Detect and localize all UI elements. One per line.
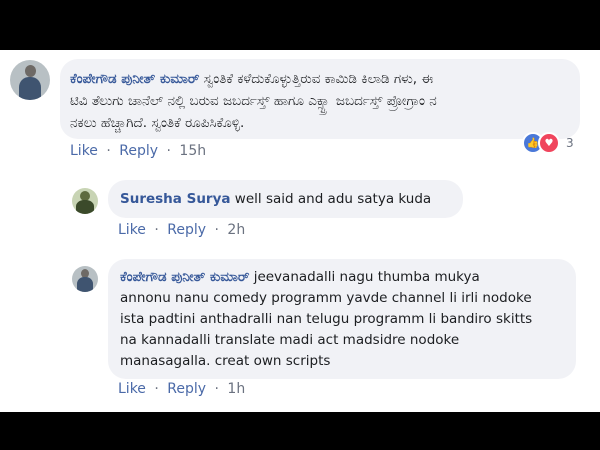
comment-bubble: ಕೆಂಪೇಗೌಡ ಪುನೀತ್ ಕುಮಾರ್ ಸ್ವಂತಿಕೆ ಕಳೆದುಕೊಳ… — [60, 59, 580, 139]
avatar[interactable] — [72, 188, 98, 214]
comment-text: ಸ್ವಂತಿಕೆ ಕಳೆದುಕೊಳ್ಳುತ್ತಿರುವ ಕಾಮಿಡಿ ಕಿಲಾಡ… — [199, 71, 434, 87]
like-button[interactable]: Like — [70, 143, 98, 159]
separator: · — [106, 143, 111, 159]
reply-bubble: ಕೆಂಪೇಗೌಡ ಪುನೀತ್ ಕುಮಾರ್ jeevanadalli nagu… — [108, 259, 576, 379]
comment-text: jeevanadalli nagu thumba mukya — [249, 269, 480, 285]
reply-bubble: Suresha Surya well said and adu satya ku… — [108, 180, 463, 218]
separator: · — [154, 222, 159, 238]
comment-author[interactable]: Suresha Surya — [120, 191, 231, 207]
separator: · — [214, 381, 219, 397]
comment-text: ista padtini anthadralli nan telugu prog… — [120, 311, 533, 327]
comment-actions: Like · Reply · 1h — [118, 381, 249, 397]
comment-text: na kannadalli translate madi act madsidr… — [120, 332, 460, 348]
reply-button[interactable]: Reply — [119, 143, 158, 159]
reaction-summary[interactable]: 👍 ♥ 3 — [522, 132, 574, 154]
timestamp[interactable]: 1h — [227, 381, 245, 397]
comment-actions: Like · Reply · 15h — [70, 143, 210, 159]
comment-actions: Like · Reply · 2h — [118, 222, 249, 238]
reply-button[interactable]: Reply — [167, 381, 206, 397]
like-button[interactable]: Like — [118, 222, 146, 238]
comment-text: ಟಿವಿ ತೆಲುಗು ಚಾನೆಲ್ ನಲ್ಲಿ ಬರುವ ಜಬರ್ದಸ್ತ್ … — [70, 93, 437, 109]
avatar[interactable] — [10, 60, 50, 100]
like-button[interactable]: Like — [118, 381, 146, 397]
comment-text: annonu nanu comedy programm yavde channe… — [120, 290, 532, 306]
reaction-count: 3 — [566, 136, 574, 150]
avatar[interactable] — [72, 266, 98, 292]
comment-thread: ಕೆಂಪೇಗೌಡ ಪುನೀತ್ ಕುಮಾರ್ ಸ್ವಂತಿಕೆ ಕಳೆದುಕೊಳ… — [0, 50, 600, 412]
separator: · — [214, 222, 219, 238]
love-reaction-icon: ♥ — [538, 132, 560, 154]
comment-text: ನಕಲು ಹೆಚ್ಚಾಗಿದೆ. ಸ್ವಂತಿಕೆ ರೂಪಿಸಿಕೊಳ್ಳಿ. — [70, 115, 245, 131]
separator: · — [166, 143, 171, 159]
comment-text: well said and adu satya kuda — [230, 191, 432, 207]
comment-author[interactable]: ಕೆಂಪೇಗೌಡ ಪುನೀತ್ ಕುಮಾರ್ — [70, 71, 199, 87]
reply-button[interactable]: Reply — [167, 222, 206, 238]
comment-text: manasagalla. creat own scripts — [120, 353, 331, 369]
separator: · — [154, 381, 159, 397]
timestamp[interactable]: 2h — [227, 222, 245, 238]
comment-author[interactable]: ಕೆಂಪೇಗೌಡ ಪುನೀತ್ ಕುಮಾರ್ — [120, 269, 249, 285]
timestamp[interactable]: 15h — [179, 143, 206, 159]
